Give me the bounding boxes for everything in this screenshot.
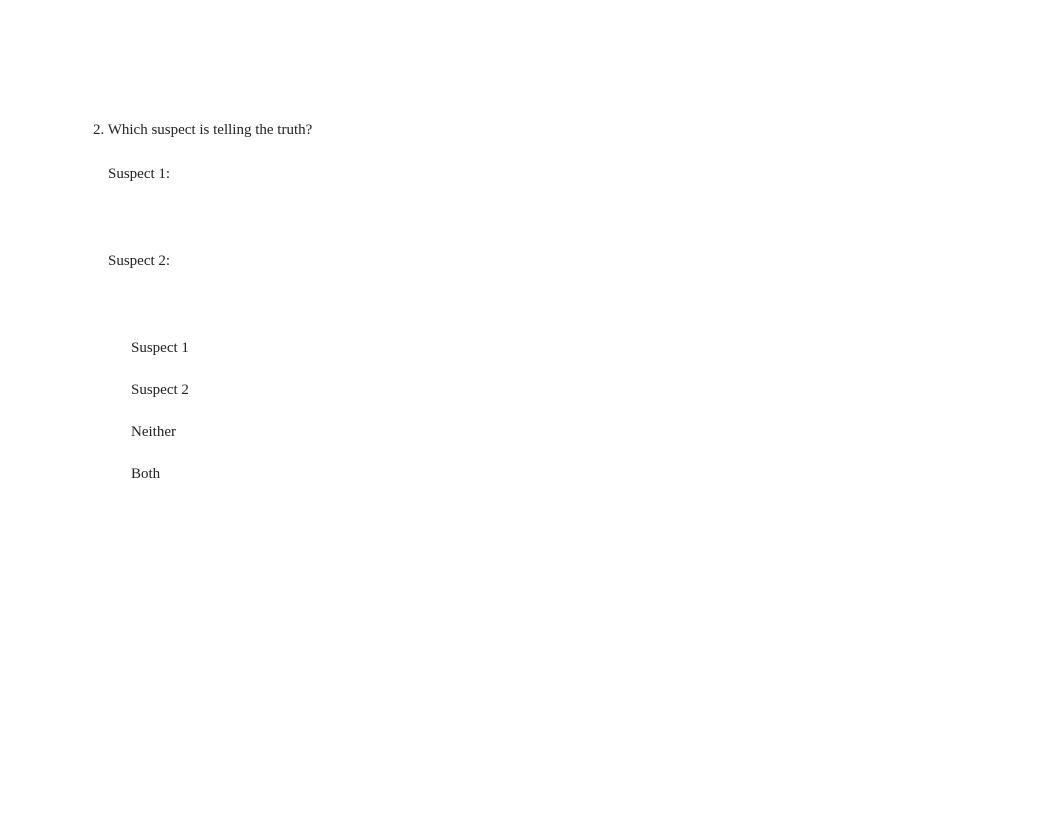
answer-options: Suspect 1 Suspect 2 Neither Both: [131, 340, 312, 483]
option-neither[interactable]: Neither: [131, 424, 312, 441]
option-suspect-2[interactable]: Suspect 2: [131, 382, 312, 399]
option-suspect-1[interactable]: Suspect 1: [131, 340, 312, 357]
suspect-2-label: Suspect 2:: [108, 253, 312, 270]
suspect-1-label: Suspect 1:: [108, 166, 312, 183]
question-text: Which suspect is telling the truth?: [108, 122, 313, 138]
question-prompt: 2. Which suspect is telling the truth?: [93, 122, 312, 139]
question-number: 2.: [93, 122, 104, 138]
question-content: 2. Which suspect is telling the truth? S…: [93, 122, 312, 483]
option-both[interactable]: Both: [131, 466, 312, 483]
